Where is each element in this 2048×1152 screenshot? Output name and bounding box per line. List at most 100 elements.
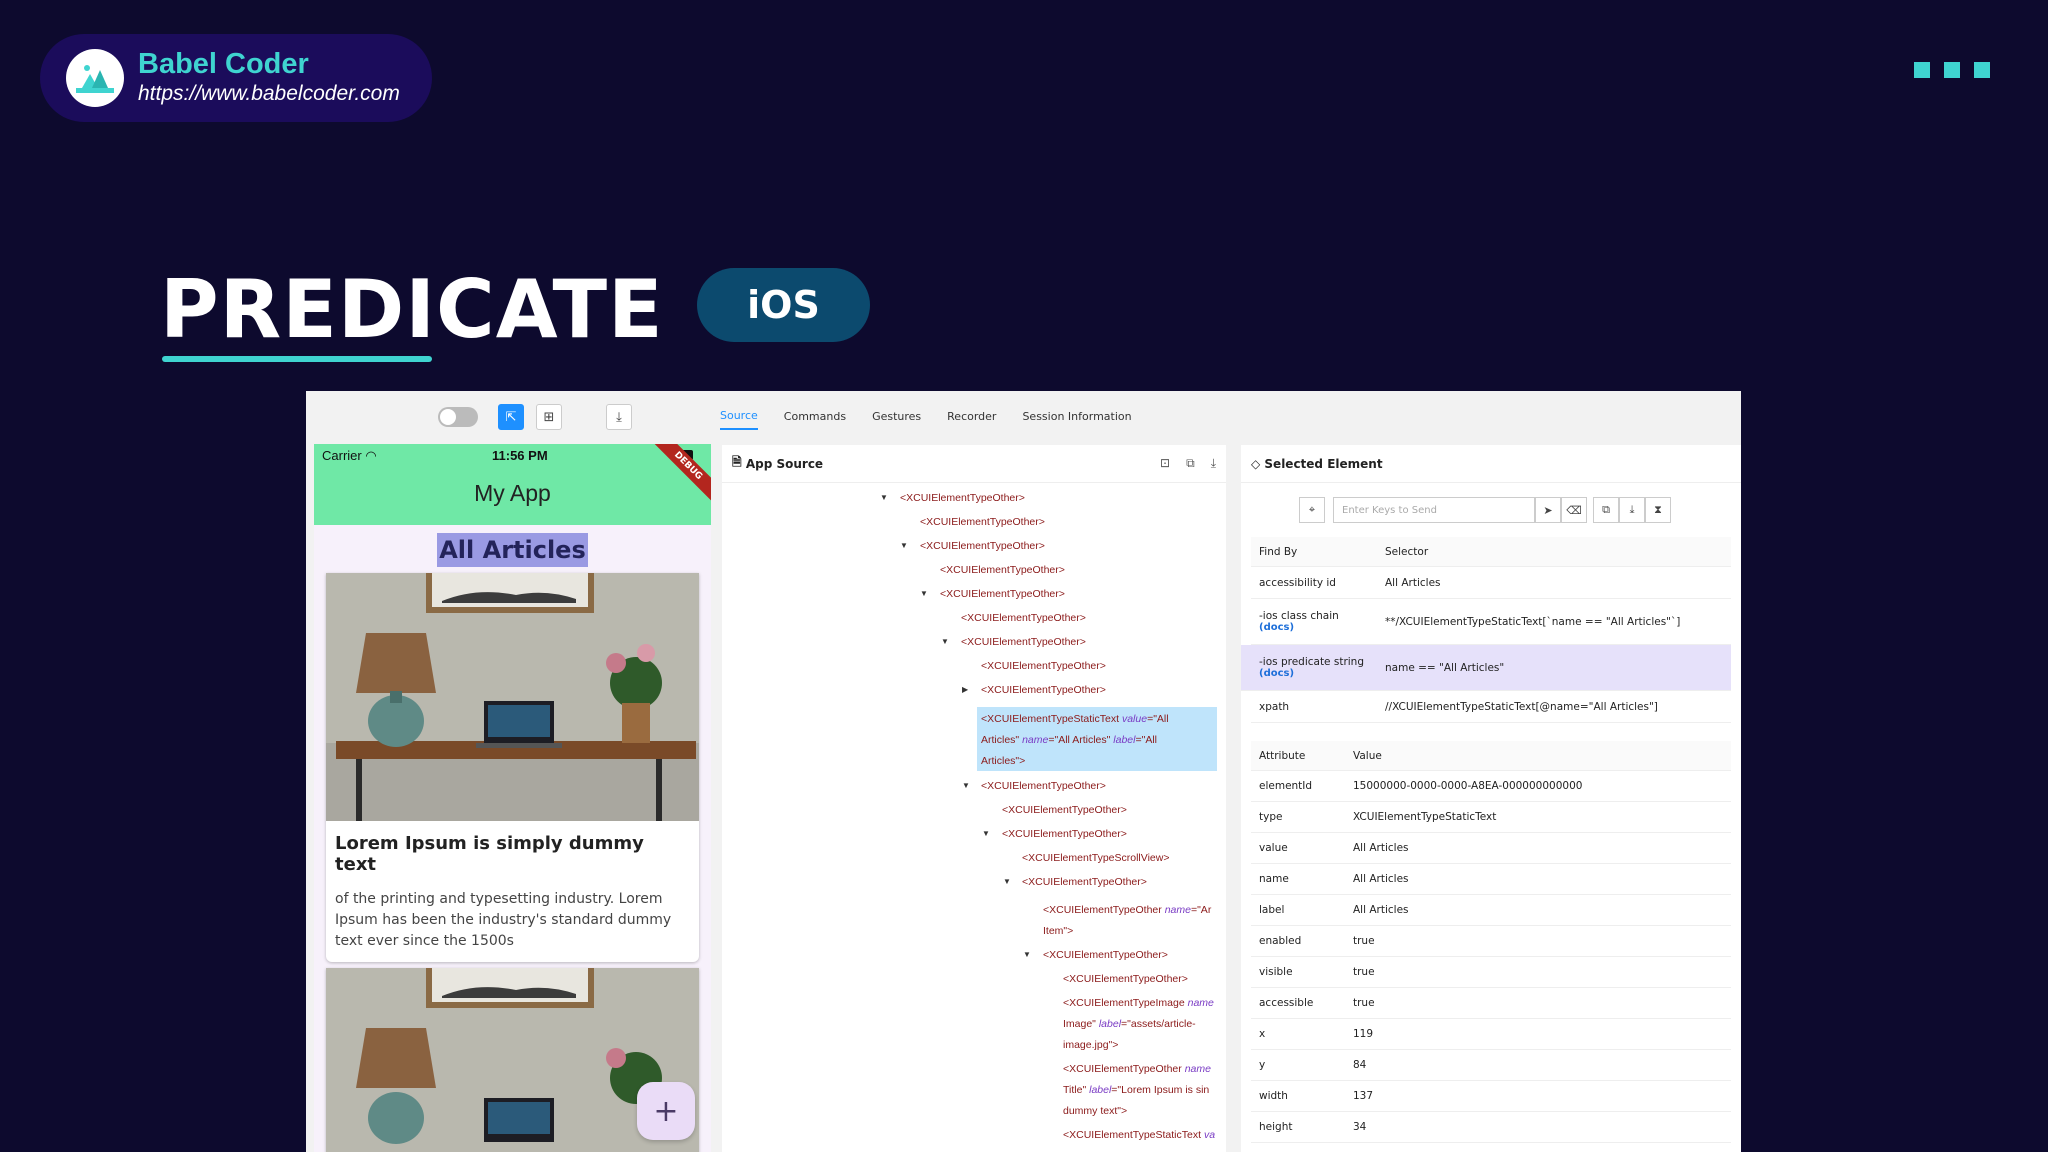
tree-node-line2: Image" label="assets/article- (1063, 1018, 1196, 1030)
attribute-row: type XCUIElementTypeStaticText (1251, 802, 1731, 833)
tree-node[interactable]: <XCUIElementTypeOther> (1002, 803, 1127, 817)
tree-node[interactable]: <XCUIElementTypeOther> (981, 659, 1106, 673)
attribute-row: name All Articles (1251, 864, 1731, 895)
decorative-dots-icon (1914, 62, 1990, 78)
tree-node[interactable]: <XCUIElementTypeOther> (940, 563, 1065, 577)
app-source-panel: 🗎 App Source ⊡ ⧉ ⤓ ▼ <XCUIElementTypeOth… (722, 445, 1226, 1152)
find-by-row[interactable]: xpath //XCUIElementTypeStaticText[@name=… (1251, 691, 1731, 723)
docs-link[interactable]: (docs) (1259, 668, 1385, 679)
tree-node[interactable]: <XCUIElementTypeOther> (961, 635, 1086, 649)
attribute-row: label All Articles (1251, 895, 1731, 926)
source-tree: ▼ <XCUIElementTypeOther> <XCUIElementTyp… (722, 483, 1226, 1152)
attribute-row: height 34 (1251, 1112, 1731, 1143)
tap-coordinates-icon[interactable]: ⊞ (536, 404, 562, 430)
download-source-icon[interactable]: ⤓ (1211, 456, 1216, 471)
send-keys-icon[interactable]: ➤ (1535, 497, 1561, 523)
tree-node-selected[interactable]: <XCUIElementTypeStaticText value="All (981, 712, 1169, 726)
selected-element-panel: ◇ Selected Element ⌖ Enter Keys to Send … (1241, 445, 1741, 1152)
caret-down-icon[interactable]: ▼ (900, 541, 908, 550)
article-card[interactable]: Lorem Ipsum is simply dummy text of the … (326, 573, 699, 962)
attribute-row: enabled true (1251, 926, 1731, 957)
tree-node-selected-line2: Articles" name="All Articles" label="All (981, 734, 1157, 746)
wifi-icon: ◠ (365, 448, 377, 463)
caret-down-icon[interactable]: ▼ (1003, 877, 1011, 886)
clear-icon[interactable]: ⌫ (1561, 497, 1587, 523)
screenshot-toolbar: ⇱ ⊞ ⤓ (306, 391, 711, 443)
tab-recorder[interactable]: Recorder (947, 404, 996, 429)
tag-icon: ◇ (1251, 456, 1265, 471)
tree-node-selected-line3: Articles"> (981, 755, 1026, 767)
platform-badge: iOS (697, 268, 870, 342)
tree-node[interactable]: <XCUIElementTypeImage name (1063, 996, 1214, 1010)
attribute-row: elementId 15000000-0000-0000-A8EA-0000000… (1251, 771, 1731, 802)
caret-down-icon[interactable]: ▼ (880, 493, 888, 502)
tree-node[interactable]: <XCUIElementTypeOther> (981, 779, 1106, 793)
attributes-table: Attribute Value elementId 15000000-0000-0… (1251, 741, 1731, 1143)
tree-node[interactable]: <XCUIElementTypeScrollView> (1022, 851, 1169, 865)
app-bar: Carrier ◠ 11:56 PM My App DEBUG (314, 444, 711, 525)
timing-icon[interactable]: ⧗ (1645, 497, 1671, 523)
caret-down-icon[interactable]: ▼ (982, 829, 990, 838)
tree-node[interactable]: <XCUIElementTypeOther> (961, 611, 1086, 625)
inspector-window: ⇱ ⊞ ⤓ Carrier ◠ 11:56 PM My App DEBUG Al… (306, 391, 1741, 1152)
download-element-icon[interactable]: ⤓ (1619, 497, 1645, 523)
find-by-row[interactable]: accessibility id All Articles (1251, 567, 1731, 599)
inspector-tabs: Source Commands Gestures Recorder Sessio… (720, 391, 1132, 441)
select-element-icon[interactable]: ⇱ (498, 404, 524, 430)
send-keys-input[interactable]: Enter Keys to Send (1333, 497, 1535, 523)
app-title: My App (474, 480, 551, 506)
caret-down-icon[interactable]: ▼ (1023, 950, 1031, 959)
attribute-row: width 137 (1251, 1081, 1731, 1112)
tab-session-information[interactable]: Session Information (1022, 404, 1131, 429)
tab-gestures[interactable]: Gestures (872, 404, 921, 429)
tree-node[interactable]: <XCUIElementTypeOther> (1063, 972, 1188, 986)
attribute-row: visible true (1251, 957, 1731, 988)
find-by-row-selected[interactable]: -ios predicate string (docs) name == "All… (1241, 645, 1731, 691)
brand-title: Babel Coder (138, 48, 309, 80)
copy-attributes-icon[interactable]: ⧉ (1593, 497, 1619, 523)
page-title: PREDICATE (160, 263, 664, 356)
tree-node[interactable]: <XCUIElementTypeOther name="Ar (1043, 903, 1211, 917)
caret-down-icon[interactable]: ▼ (941, 637, 949, 646)
add-button[interactable]: + (637, 1082, 695, 1140)
tree-node[interactable]: <XCUIElementTypeOther> (981, 683, 1106, 697)
selected-element-title: Selected Element (1264, 456, 1383, 471)
tab-commands[interactable]: Commands (784, 404, 846, 429)
caret-right-icon[interactable]: ▶ (962, 685, 968, 694)
title-underline (162, 356, 432, 362)
toggle-attributes-icon[interactable]: ⊡ (1160, 456, 1170, 471)
tree-node[interactable]: <XCUIElementTypeOther> (900, 491, 1025, 505)
attribute-row: x 119 (1251, 1019, 1731, 1050)
caret-down-icon[interactable]: ▼ (962, 781, 970, 790)
tree-node-line2: Title" label="Lorem Ipsum is sin (1063, 1084, 1210, 1096)
docs-link[interactable]: (docs) (1259, 622, 1385, 633)
find-by-row[interactable]: -ios class chain (docs) **/XCUIElementTyp… (1251, 599, 1731, 645)
tree-node[interactable]: <XCUIElementTypeOther> (920, 539, 1045, 553)
selected-element-header: ◇ Selected Element (1241, 445, 1741, 483)
attributes-header: Attribute Value (1251, 741, 1731, 771)
tree-node[interactable]: <XCUIElementTypeOther> (1022, 875, 1147, 889)
attribute-row: value All Articles (1251, 833, 1731, 864)
caret-down-icon[interactable]: ▼ (920, 589, 928, 598)
tree-node[interactable]: <XCUIElementTypeOther> (1002, 827, 1127, 841)
clock-label: 11:56 PM (492, 448, 548, 463)
file-icon: 🗎 (732, 455, 746, 469)
tree-node[interactable]: <XCUIElementTypeOther> (920, 515, 1045, 529)
articles-heading[interactable]: All Articles (437, 533, 588, 567)
download-screenshot-icon[interactable]: ⤓ (606, 404, 632, 430)
copy-source-icon[interactable]: ⧉ (1186, 456, 1195, 471)
tree-node[interactable]: <XCUIElementTypeOther name (1063, 1062, 1211, 1076)
status-bar: Carrier ◠ 11:56 PM (322, 448, 703, 464)
brand-logo-icon (66, 49, 124, 107)
find-by-header: Find By Selector (1251, 537, 1731, 567)
article-image (326, 573, 699, 821)
tree-node[interactable]: <XCUIElementTypeStaticText va (1063, 1128, 1215, 1142)
app-source-title: App Source (745, 456, 824, 471)
tree-node-line2: Item"> (1043, 925, 1074, 937)
toggle-switch[interactable] (438, 407, 478, 427)
tree-node[interactable]: <XCUIElementTypeOther> (1043, 948, 1168, 962)
tree-node[interactable]: <XCUIElementTypeOther> (940, 587, 1065, 601)
attribute-row: y 84 (1251, 1050, 1731, 1081)
tab-source[interactable]: Source (720, 403, 758, 430)
tap-element-icon[interactable]: ⌖ (1299, 497, 1325, 523)
